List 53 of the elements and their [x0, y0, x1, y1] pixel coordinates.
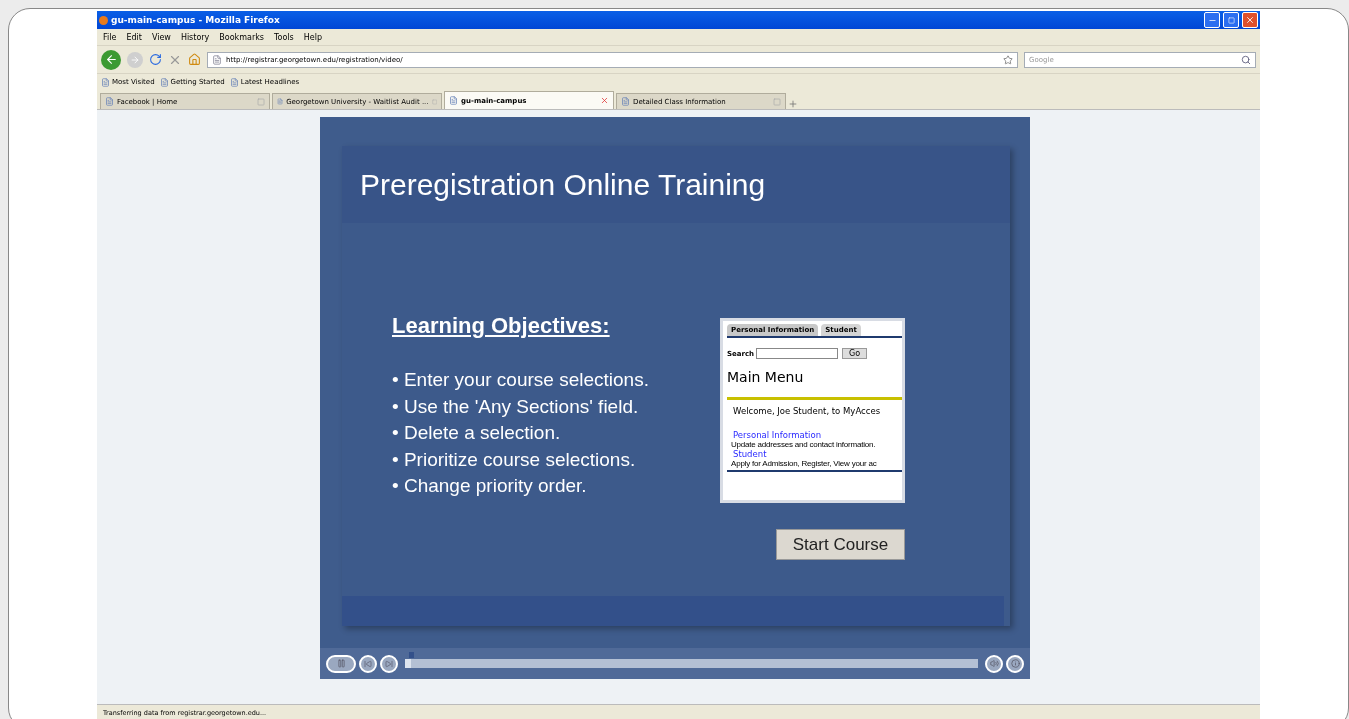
menu-item[interactable]: File	[103, 32, 117, 42]
page-icon	[105, 97, 114, 106]
start-course-button[interactable]: Start Course	[776, 529, 905, 560]
menu-item[interactable]: View	[151, 32, 171, 42]
page-icon	[277, 97, 284, 106]
objectives-heading: Learning Objectives:	[392, 313, 611, 339]
browser-logo-icon	[99, 15, 108, 25]
page-icon	[621, 97, 630, 106]
back-button[interactable]	[101, 49, 121, 70]
skip-forward-icon	[385, 659, 393, 668]
forward-arrow-icon	[130, 54, 140, 65]
pause-button[interactable]	[326, 654, 356, 673]
menu-item[interactable]: History	[180, 32, 210, 42]
inset-link-description: Apply for Admission, Register, View your ac	[731, 459, 878, 468]
restore-icon	[1227, 16, 1235, 24]
page-icon	[212, 54, 222, 65]
home-icon[interactable]	[188, 53, 201, 66]
inset-heading: Main Menu	[727, 369, 805, 385]
objective-item: • Delete a selection.	[392, 421, 562, 445]
info-button[interactable]	[1006, 654, 1024, 673]
slide-title: Preregistration Online Training	[360, 167, 766, 202]
search-icon[interactable]	[1241, 54, 1251, 65]
inset-welcome-text: Welcome, Joe Student, to MyAcces	[733, 406, 882, 416]
minimize-button[interactable]	[1204, 12, 1220, 28]
reload-icon[interactable]	[149, 53, 162, 66]
page-icon	[159, 77, 169, 87]
objective-item: • Use the 'Any Sections' field.	[392, 394, 640, 419]
menu-item[interactable]: Edit	[126, 32, 142, 42]
objective-item: • Change priority order.	[392, 474, 588, 498]
objective-item: • Enter your course selections.	[392, 368, 650, 392]
close-button[interactable]	[1242, 12, 1258, 28]
info-icon	[1010, 659, 1020, 668]
inset-link-description: Update addresses and contact information.	[731, 440, 877, 449]
page-icon	[229, 77, 239, 87]
pause-icon	[336, 659, 346, 668]
page-icon	[449, 96, 458, 105]
menu-item[interactable]: Help	[303, 32, 322, 42]
menu-item[interactable]: Tools	[274, 32, 294, 42]
menu-item[interactable]: Bookmarks	[219, 32, 265, 42]
page-icon	[101, 77, 110, 87]
skip-back-icon	[364, 659, 372, 668]
playhead-handle[interactable]	[408, 652, 414, 658]
bookmark-star-icon[interactable]	[1003, 54, 1013, 65]
close-icon	[1245, 15, 1255, 25]
new-tab-icon[interactable]	[788, 99, 798, 109]
volume-button[interactable]	[985, 654, 1003, 673]
speaker-icon	[989, 659, 999, 668]
window-title: gu-main-campus - Mozilla Firefox	[111, 15, 281, 25]
objective-item: • Prioritize course selections.	[392, 447, 637, 472]
next-button[interactable]	[380, 654, 398, 673]
restore-button[interactable]	[1223, 12, 1239, 28]
back-arrow-icon	[104, 53, 118, 66]
previous-button[interactable]	[359, 654, 377, 673]
